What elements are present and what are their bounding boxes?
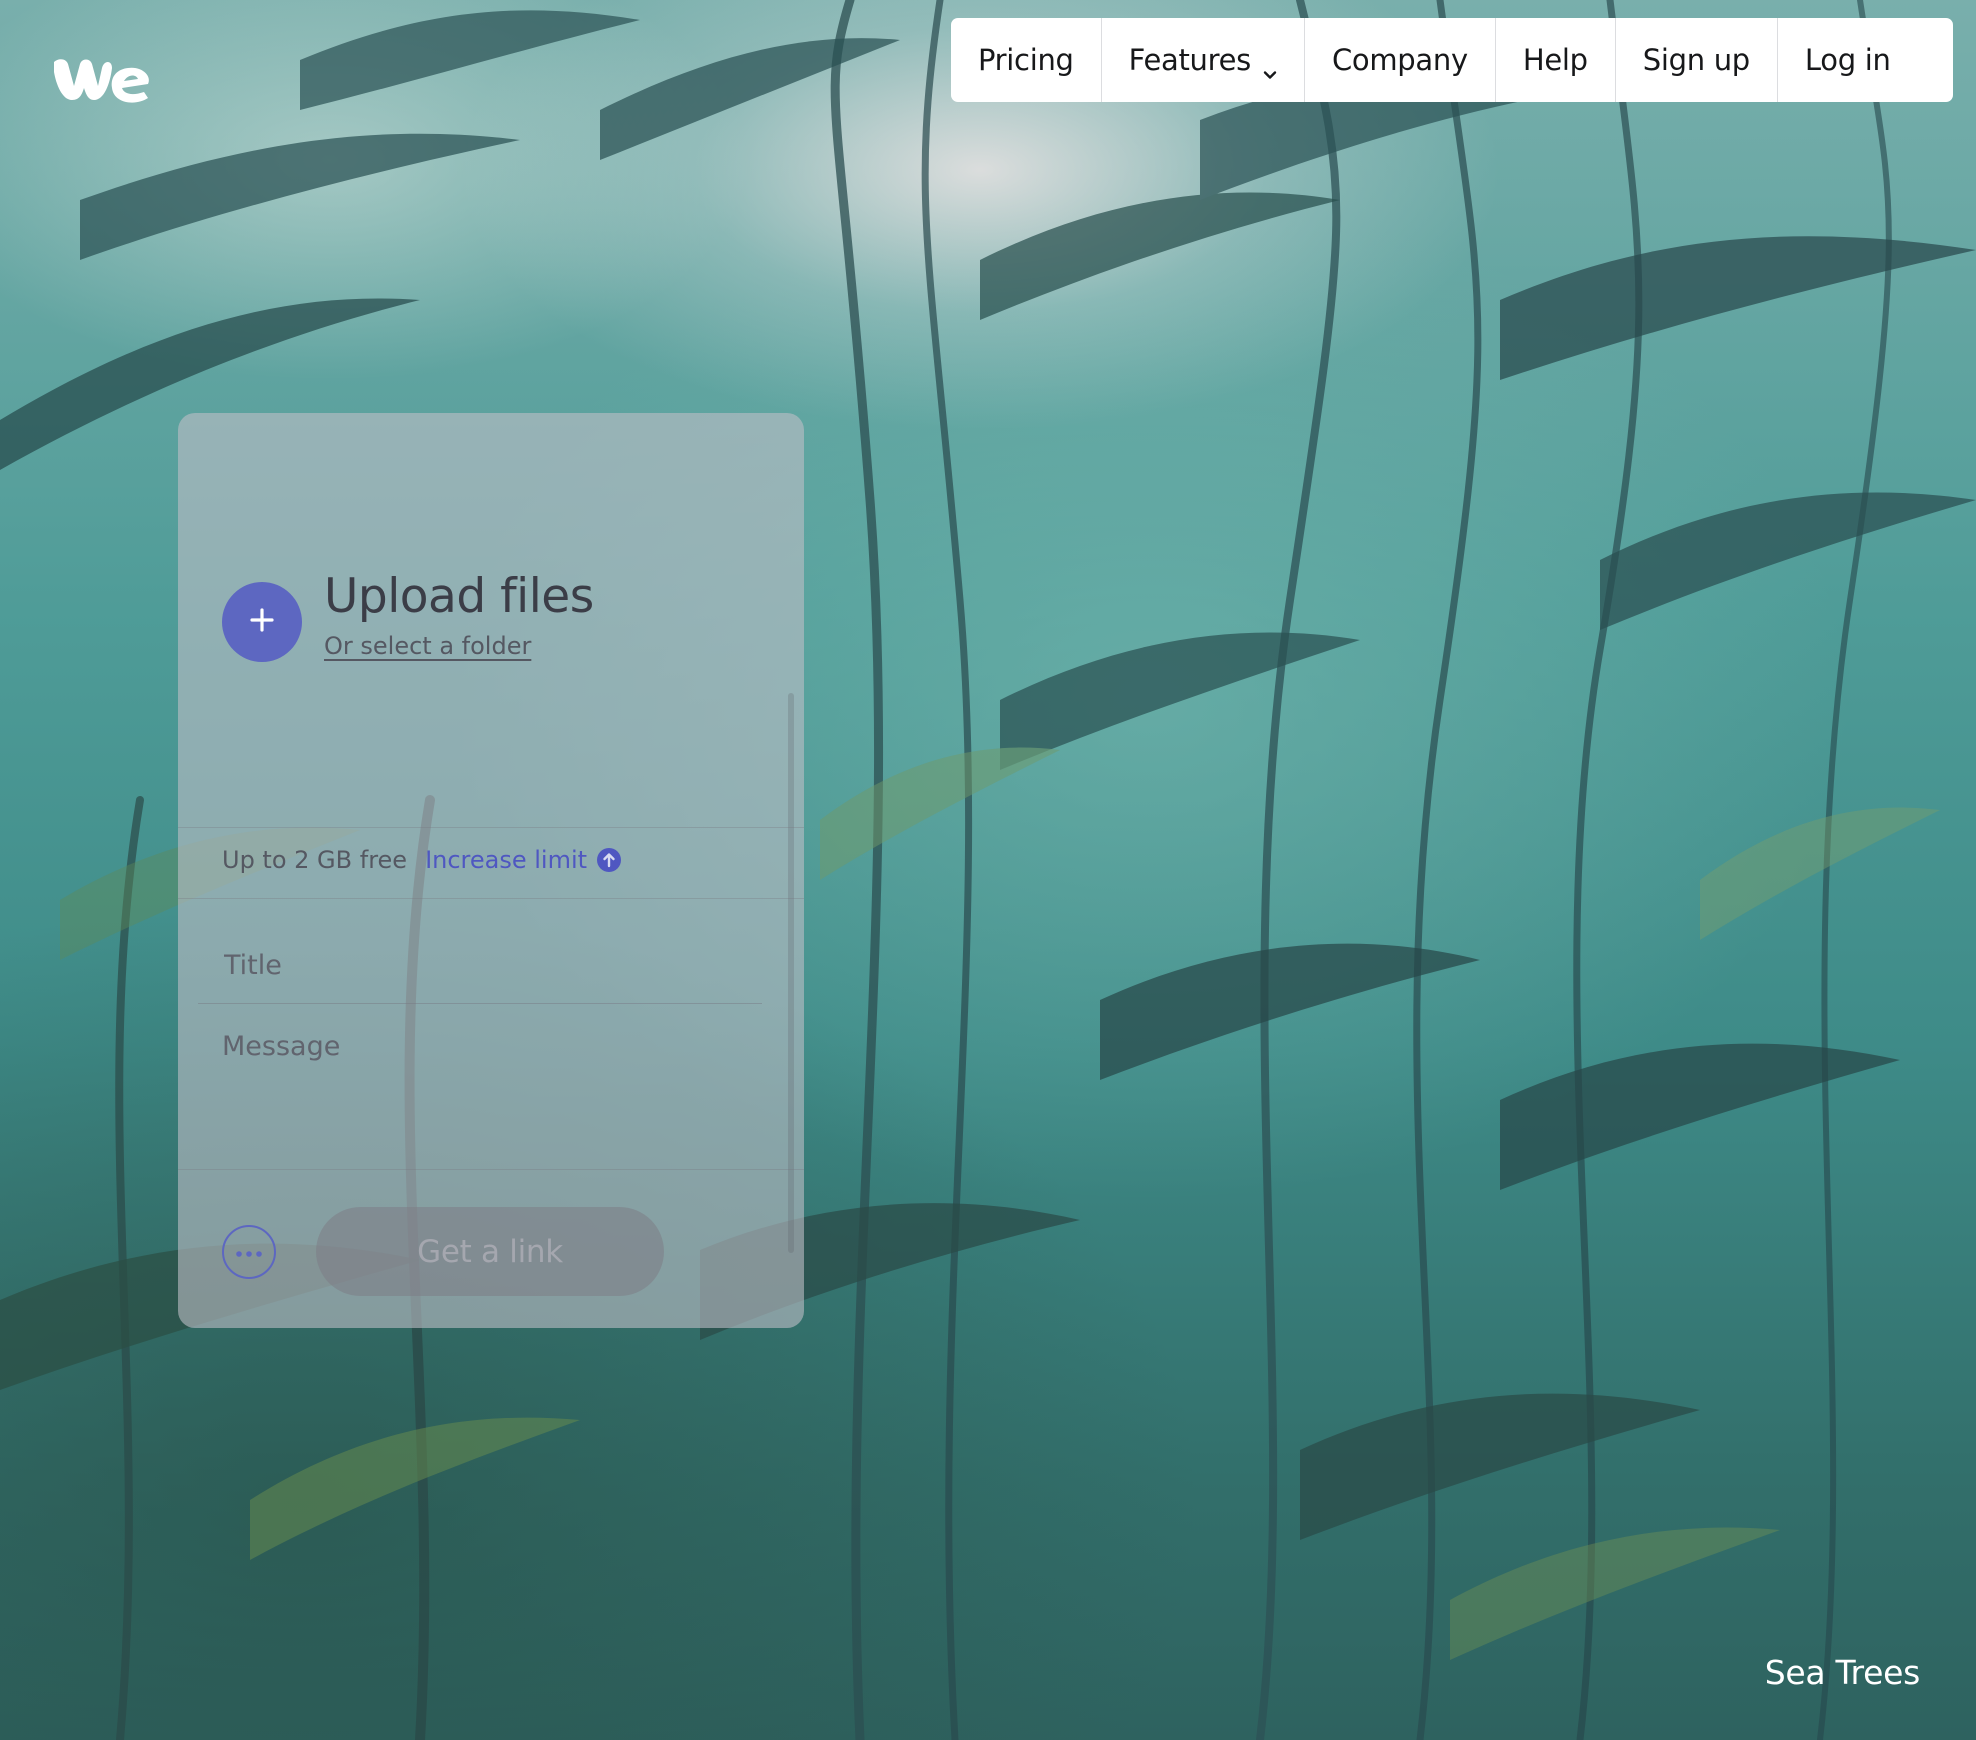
top-navigation: Pricing Features Company Help Sign up Lo… bbox=[951, 18, 1953, 102]
nav-log-in[interactable]: Log in bbox=[1778, 18, 1918, 102]
increase-limit-label: Increase limit bbox=[425, 846, 588, 874]
divider bbox=[178, 898, 804, 899]
increase-limit-link[interactable]: Increase limit bbox=[425, 846, 622, 874]
title-input-underline bbox=[198, 1003, 762, 1004]
nav-features[interactable]: Features bbox=[1102, 18, 1305, 102]
nav-features-label: Features bbox=[1128, 43, 1252, 77]
plus-icon bbox=[247, 605, 277, 639]
get-link-button[interactable]: Get a link bbox=[316, 1207, 664, 1296]
upload-panel: Upload files Or select a folder Up to 2 … bbox=[178, 413, 804, 1328]
select-folder-link[interactable]: Or select a folder bbox=[324, 632, 594, 660]
nav-pricing[interactable]: Pricing bbox=[951, 18, 1102, 102]
nav-help-label: Help bbox=[1522, 43, 1588, 77]
divider bbox=[178, 1169, 804, 1170]
size-limit-text: Up to 2 GB free bbox=[222, 846, 408, 874]
background-caption[interactable]: Sea Trees bbox=[1765, 1653, 1921, 1692]
size-limit-row: Up to 2 GB free Increase limit bbox=[222, 846, 622, 874]
transfer-options-button[interactable] bbox=[222, 1225, 276, 1279]
upload-files-title[interactable]: Upload files bbox=[324, 568, 594, 626]
nav-help[interactable]: Help bbox=[1496, 18, 1616, 102]
arrow-up-circle-icon bbox=[596, 847, 622, 873]
nav-sign-up-label: Sign up bbox=[1642, 43, 1750, 77]
nav-sign-up[interactable]: Sign up bbox=[1616, 18, 1778, 102]
nav-pricing-label: Pricing bbox=[978, 43, 1074, 77]
more-options-icon bbox=[234, 1243, 264, 1262]
upload-files-area[interactable]: Upload files Or select a folder bbox=[222, 568, 594, 662]
divider bbox=[178, 827, 804, 828]
message-input[interactable] bbox=[222, 1031, 762, 1151]
nav-log-in-label: Log in bbox=[1804, 43, 1891, 77]
title-input[interactable] bbox=[222, 925, 766, 1005]
nav-company[interactable]: Company bbox=[1305, 18, 1496, 102]
chevron-down-icon bbox=[1263, 55, 1277, 79]
wetransfer-logo-icon[interactable] bbox=[52, 54, 152, 106]
add-files-button[interactable] bbox=[222, 582, 302, 662]
nav-company-label: Company bbox=[1331, 43, 1468, 77]
